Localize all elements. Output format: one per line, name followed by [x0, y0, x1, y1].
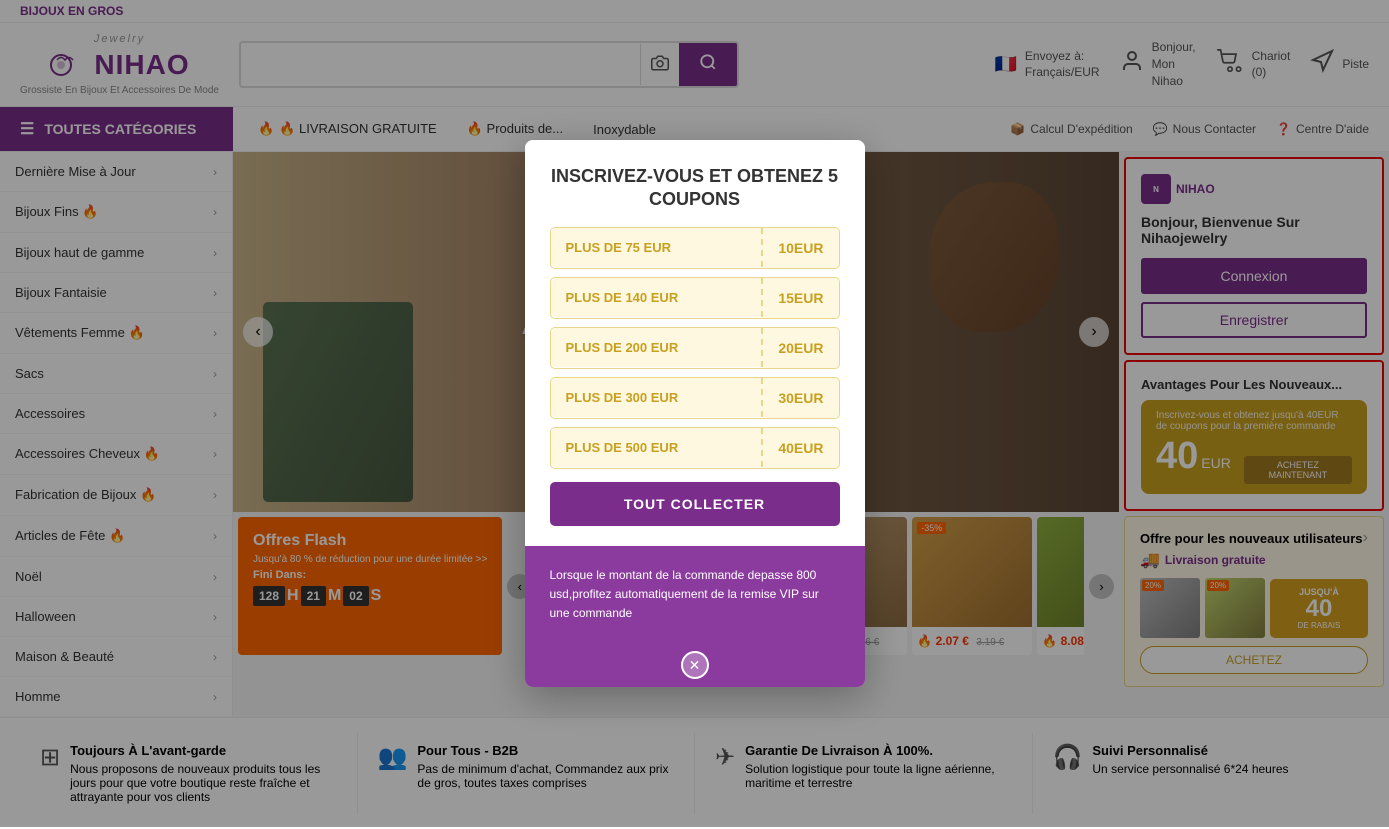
modal-footer: Lorsque le montant de la commande depass… [525, 546, 865, 644]
modal-header: INSCRIVEZ-VOUS ET OBTENEZ 5 COUPONS [525, 140, 865, 227]
modal-close-area: ✕ [525, 643, 865, 687]
modal-dialog: INSCRIVEZ-VOUS ET OBTENEZ 5 COUPONS PLUS… [525, 140, 865, 687]
modal-overlay[interactable]: INSCRIVEZ-VOUS ET OBTENEZ 5 COUPONS PLUS… [0, 0, 1389, 827]
coupon-value-1: 15EUR [763, 278, 838, 318]
coupon-row-2: PLUS DE 200 EUR 20EUR [550, 327, 840, 369]
coupon-value-3: 30EUR [763, 378, 838, 418]
coupon-label-0: PLUS DE 75 EUR [551, 228, 764, 267]
modal-footer-text: Lorsque le montant de la commande depass… [550, 566, 840, 624]
coupon-label-2: PLUS DE 200 EUR [551, 328, 764, 367]
coupon-label-4: PLUS DE 500 EUR [551, 428, 764, 467]
modal-close-button[interactable]: ✕ [681, 651, 709, 679]
coupon-row-1: PLUS DE 140 EUR 15EUR [550, 277, 840, 319]
coupon-label-3: PLUS DE 300 EUR [551, 378, 764, 417]
modal-title: INSCRIVEZ-VOUS ET OBTENEZ 5 COUPONS [550, 165, 840, 212]
coupon-row-0: PLUS DE 75 EUR 10EUR [550, 227, 840, 269]
coupon-row-3: PLUS DE 300 EUR 30EUR [550, 377, 840, 419]
coupon-row-4: PLUS DE 500 EUR 40EUR [550, 427, 840, 469]
coupon-value-0: 10EUR [763, 228, 838, 268]
coupon-value-4: 40EUR [763, 428, 838, 468]
coupon-label-1: PLUS DE 140 EUR [551, 278, 764, 317]
coupon-value-2: 20EUR [763, 328, 838, 368]
modal-body: PLUS DE 75 EUR 10EUR PLUS DE 140 EUR 15E… [525, 227, 865, 546]
collect-all-button[interactable]: TOUT COLLECTER [550, 482, 840, 526]
